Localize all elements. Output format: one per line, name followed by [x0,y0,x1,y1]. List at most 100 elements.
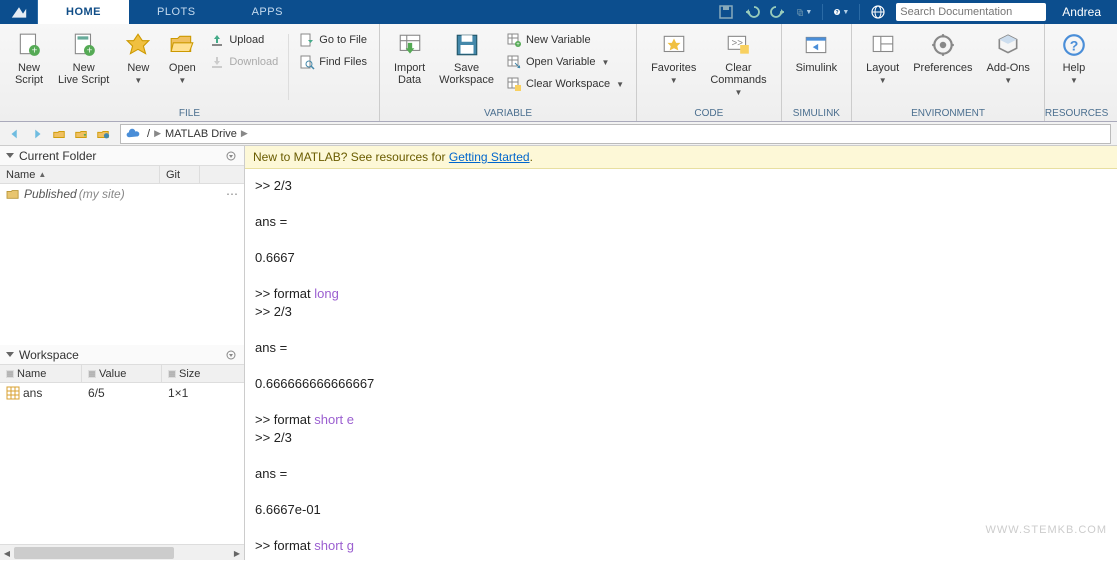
undo-icon[interactable] [744,4,760,20]
chevron-down-icon: ▼ [879,76,887,85]
scroll-thumb[interactable] [14,547,174,559]
command-line: >> format short e [255,411,1107,429]
folder-row[interactable]: Published (my site) ⋯ [0,184,244,204]
help-icon[interactable]: ?▼ [833,4,849,20]
group-variable: Import Data Save Workspace + New Variabl… [380,24,637,121]
wscol-value[interactable]: Value [82,365,162,382]
download-button: Download [205,52,282,72]
left-column: Current Folder Name ▲ Git Published (my … [0,146,245,560]
path-segment[interactable]: MATLAB Drive [163,128,239,140]
wscol-size[interactable]: Size [162,365,244,382]
download-icon [209,54,225,70]
main-area: Current Folder Name ▲ Git Published (my … [0,146,1117,560]
new-script-button[interactable]: + New Script [8,28,50,86]
preferences-button[interactable]: Preferences [907,28,978,74]
col-empty [200,166,244,183]
addons-button[interactable]: Add-Ons ▼ [981,28,1036,85]
svg-text:+: + [32,46,38,57]
simulink-button[interactable]: Simulink [790,28,844,74]
left-hscrollbar[interactable]: ◀ ▶ [0,544,244,560]
toolstrip: + New Script + New Live Script New ▼ Ope… [0,24,1117,122]
simulink-icon [803,32,829,58]
nav-back-button[interactable] [6,125,24,143]
import-data-button[interactable]: Import Data [388,28,431,86]
command-line: 6.6667e-01 [255,501,1107,519]
folder-icon [6,188,20,200]
help-button[interactable]: ? Help ▼ [1053,28,1095,85]
new-variable-icon: + [506,32,522,48]
open-button[interactable]: Open ▼ [161,28,203,85]
chevron-down-icon: ▼ [616,80,624,89]
address-bar[interactable]: / ▶ MATLAB Drive ▶ [120,124,1111,144]
clear-commands-button[interactable]: >> Clear Commands ▼ [704,28,772,97]
new-live-script-button[interactable]: + New Live Script [52,28,115,86]
command-line [255,483,1107,501]
command-window[interactable]: >> 2/3 ans = 0.6667 >> format long>> 2/3… [245,169,1117,560]
chevron-down-icon: ▼ [134,76,142,85]
scroll-left-icon[interactable]: ◀ [0,545,14,561]
clear-workspace-button[interactable]: Clear Workspace ▼ [502,74,628,94]
col-name[interactable]: Name ▲ [0,166,160,183]
username-label[interactable]: Andrea [1056,5,1107,19]
chevron-right-icon: ▶ [152,128,163,139]
current-folder-body[interactable]: Published (my site) ⋯ [0,184,244,345]
panel-menu-icon[interactable] [224,348,238,362]
layout-icon [870,32,896,58]
getting-started-link[interactable]: Getting Started [449,150,530,164]
nav-up-button[interactable] [50,125,68,143]
command-line: ans = [255,465,1107,483]
open-variable-button[interactable]: Open Variable ▼ [502,52,628,72]
group-environment: Layout ▼ Preferences Add-Ons ▼ ENVIRONME… [852,24,1045,121]
goto-file-button[interactable]: Go to File [295,30,371,50]
workspace-columns: Name Value Size [0,365,244,383]
new-button[interactable]: New ▼ [117,28,159,85]
watermark: WWW.STEMKB.COM [985,524,1107,536]
workspace-row[interactable]: ans 6/5 1×1 [0,383,244,403]
copy-icon[interactable]: ▼ [796,4,812,20]
group-simulink: Simulink SIMULINK [782,24,853,121]
nav-history-button[interactable] [94,125,112,143]
group-resources: ? Help ▼ RESOURCES [1045,24,1105,121]
nav-forward-button[interactable] [28,125,46,143]
command-line: 0.6667 [255,249,1107,267]
current-folder-header[interactable]: Current Folder [0,146,244,166]
command-line: >> 2/3 [255,429,1107,447]
app-logo[interactable] [0,0,38,24]
wscol-name[interactable]: Name [0,365,82,382]
favorites-button[interactable]: Favorites ▼ [645,28,702,85]
command-line [255,447,1107,465]
nav-browse-button[interactable] [72,125,90,143]
new-variable-button[interactable]: + New Variable [502,30,628,50]
svg-text:?: ? [836,10,839,16]
collapse-icon [6,352,14,357]
scroll-right-icon[interactable]: ▶ [230,545,244,561]
globe-icon[interactable] [870,4,886,20]
panel-menu-icon[interactable] [224,149,238,163]
layout-button[interactable]: Layout ▼ [860,28,905,85]
search-docs[interactable] [896,3,1046,21]
save-icon[interactable] [718,4,734,20]
command-line: >> format short g [255,537,1107,555]
quick-access-toolbar: ▼ ?▼ Andrea [718,3,1117,21]
tab-apps[interactable]: APPS [224,0,311,24]
col-git[interactable]: Git [160,166,200,183]
tab-plots[interactable]: PLOTS [129,0,224,24]
workspace-body[interactable]: ans 6/5 1×1 [0,383,244,544]
upload-button[interactable]: Upload [205,30,282,50]
clear-workspace-icon [506,76,522,92]
redo-icon[interactable] [770,4,786,20]
search-docs-input[interactable] [900,6,1042,18]
chevron-right-icon: ▶ [239,128,250,139]
more-icon[interactable]: ⋯ [226,187,238,201]
right-column: New to MATLAB? See resources for Getting… [245,146,1117,560]
tab-home[interactable]: HOME [38,0,129,24]
titlebar: HOME PLOTS APPS ▼ ?▼ Andrea [0,0,1117,24]
svg-text:+: + [516,42,520,48]
chevron-down-icon: ▼ [1070,76,1078,85]
new-live-script-icon: + [71,32,97,58]
find-files-icon [299,54,315,70]
save-workspace-button[interactable]: Save Workspace [433,28,500,86]
find-files-button[interactable]: Find Files [295,52,371,72]
workspace-header[interactable]: Workspace [0,345,244,365]
chevron-down-icon: ▼ [1004,76,1012,85]
